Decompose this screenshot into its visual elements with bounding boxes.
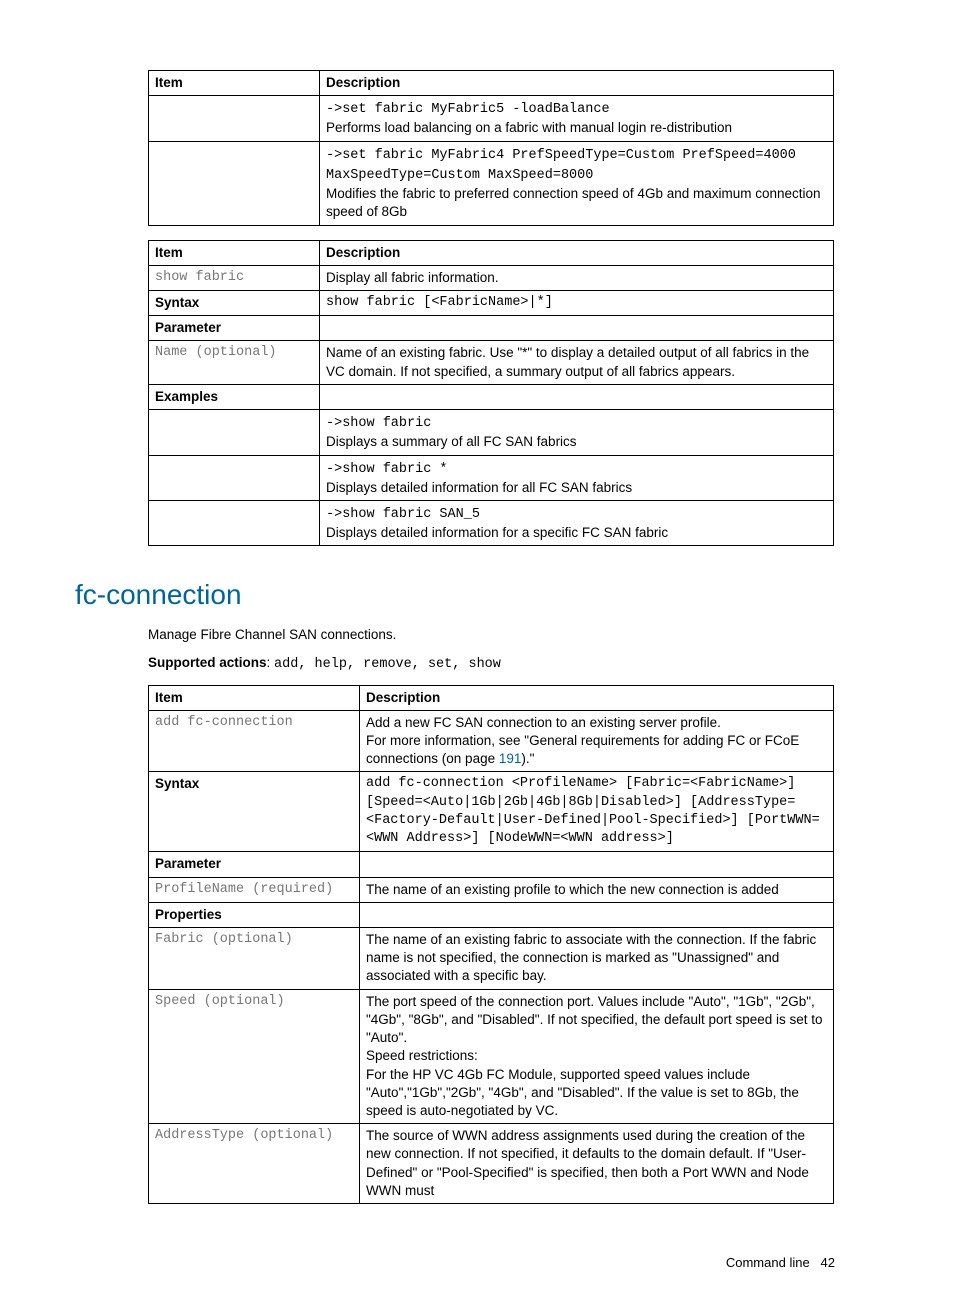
cell-item: Parameter <box>149 316 320 341</box>
cell-item <box>149 96 320 141</box>
desc-text: Performs load balancing on a fabric with… <box>326 120 732 135</box>
cell-item: AddressType (optional) <box>149 1124 360 1204</box>
code-text: ->show fabric SAN_5 <box>326 507 480 522</box>
cell-desc: ->set fabric MyFabric5 -loadBalance Perf… <box>320 96 834 141</box>
cell-desc: The name of an existing fabric to associ… <box>360 928 834 990</box>
table-row: Syntax show fabric [<FabricName>|*] <box>149 290 834 315</box>
cell-desc: add fc-connection <ProfileName> [Fabric=… <box>360 772 834 852</box>
code-text: ->set fabric MyFabric4 PrefSpeedType=Cus… <box>326 148 804 183</box>
cell-desc <box>320 384 834 409</box>
section-intro: Manage Fibre Channel SAN connections. <box>148 626 879 644</box>
cell-item <box>149 410 320 455</box>
desc-text: Modifies the fabric to preferred connect… <box>326 186 821 219</box>
table-row: Properties <box>149 902 834 927</box>
table-set-fabric: Item Description ->set fabric MyFabric5 … <box>148 70 834 226</box>
code-text: ->show fabric <box>326 416 431 431</box>
cell-desc: ->show fabric * Displays detailed inform… <box>320 455 834 500</box>
supported-actions: Supported actions: add, help, remove, se… <box>148 654 879 674</box>
table-row: show fabric Display all fabric informati… <box>149 265 834 290</box>
footer-label: Command line <box>726 1255 810 1270</box>
cell-desc: The name of an existing profile to which… <box>360 877 834 902</box>
cell-item: ProfileName (required) <box>149 877 360 902</box>
table-row: Examples <box>149 384 834 409</box>
desc-text: Displays a summary of all FC SAN fabrics <box>326 434 577 449</box>
cell-desc: Add a new FC SAN connection to an existi… <box>360 710 834 772</box>
col-header-item: Item <box>149 685 360 710</box>
section-heading-fc-connection: fc-connection <box>75 576 879 614</box>
table-fc-connection: Item Description add fc-connection Add a… <box>148 685 834 1204</box>
table-row: Parameter <box>149 316 834 341</box>
cell-item: show fabric <box>149 265 320 290</box>
table-show-fabric: Item Description show fabric Display all… <box>148 240 834 547</box>
cell-item: Examples <box>149 384 320 409</box>
cell-desc: ->show fabric Displays a summary of all … <box>320 410 834 455</box>
cell-desc: ->set fabric MyFabric4 PrefSpeedType=Cus… <box>320 141 834 225</box>
col-header-item: Item <box>149 71 320 96</box>
cell-desc: The source of WWN address assignments us… <box>360 1124 834 1204</box>
col-header-desc: Description <box>320 71 834 96</box>
cell-desc <box>320 316 834 341</box>
table-row: ->show fabric SAN_5 Displays detailed in… <box>149 500 834 545</box>
desc-text: Displays detailed information for all FC… <box>326 480 632 495</box>
supported-label: Supported actions <box>148 655 267 670</box>
cell-item <box>149 500 320 545</box>
col-header-desc: Description <box>320 240 834 265</box>
code-text: ->show fabric * <box>326 462 448 477</box>
page-link-191[interactable]: 191 <box>499 751 522 766</box>
cell-item: Fabric (optional) <box>149 928 360 990</box>
page-footer: Command line 42 <box>75 1254 879 1272</box>
footer-page: 42 <box>821 1255 835 1270</box>
cell-item <box>149 455 320 500</box>
table-row: Speed (optional) The port speed of the c… <box>149 989 834 1124</box>
cell-item: Parameter <box>149 852 360 877</box>
table-row: AddressType (optional) The source of WWN… <box>149 1124 834 1204</box>
cell-desc: Display all fabric information. <box>320 265 834 290</box>
code-text: ->set fabric MyFabric5 -loadBalance <box>326 102 610 117</box>
cell-desc: The port speed of the connection port. V… <box>360 989 834 1124</box>
table-row: Name (optional) Name of an existing fabr… <box>149 341 834 384</box>
cell-desc: show fabric [<FabricName>|*] <box>320 290 834 315</box>
table-row: ->set fabric MyFabric4 PrefSpeedType=Cus… <box>149 141 834 225</box>
supported-list: add, help, remove, set, show <box>274 657 501 672</box>
col-header-item: Item <box>149 240 320 265</box>
table-row: ->set fabric MyFabric5 -loadBalance Perf… <box>149 96 834 141</box>
cell-item <box>149 141 320 225</box>
cell-item: Syntax <box>149 772 360 852</box>
table-row: Syntax add fc-connection <ProfileName> [… <box>149 772 834 852</box>
cell-item: Syntax <box>149 290 320 315</box>
cell-desc <box>360 852 834 877</box>
cell-desc: Name of an existing fabric. Use "*" to d… <box>320 341 834 384</box>
cell-item: Properties <box>149 902 360 927</box>
table-row: ->show fabric * Displays detailed inform… <box>149 455 834 500</box>
cell-desc <box>360 902 834 927</box>
table-row: Fabric (optional) The name of an existin… <box>149 928 834 990</box>
desc-text: Displays detailed information for a spec… <box>326 525 668 540</box>
cell-desc: ->show fabric SAN_5 Displays detailed in… <box>320 500 834 545</box>
table-row: ->show fabric Displays a summary of all … <box>149 410 834 455</box>
cell-item: Speed (optional) <box>149 989 360 1124</box>
col-header-desc: Description <box>360 685 834 710</box>
table-row: Parameter <box>149 852 834 877</box>
table-row: add fc-connection Add a new FC SAN conne… <box>149 710 834 772</box>
table-row: ProfileName (required) The name of an ex… <box>149 877 834 902</box>
cell-item: Name (optional) <box>149 341 320 384</box>
cell-item: add fc-connection <box>149 710 360 772</box>
